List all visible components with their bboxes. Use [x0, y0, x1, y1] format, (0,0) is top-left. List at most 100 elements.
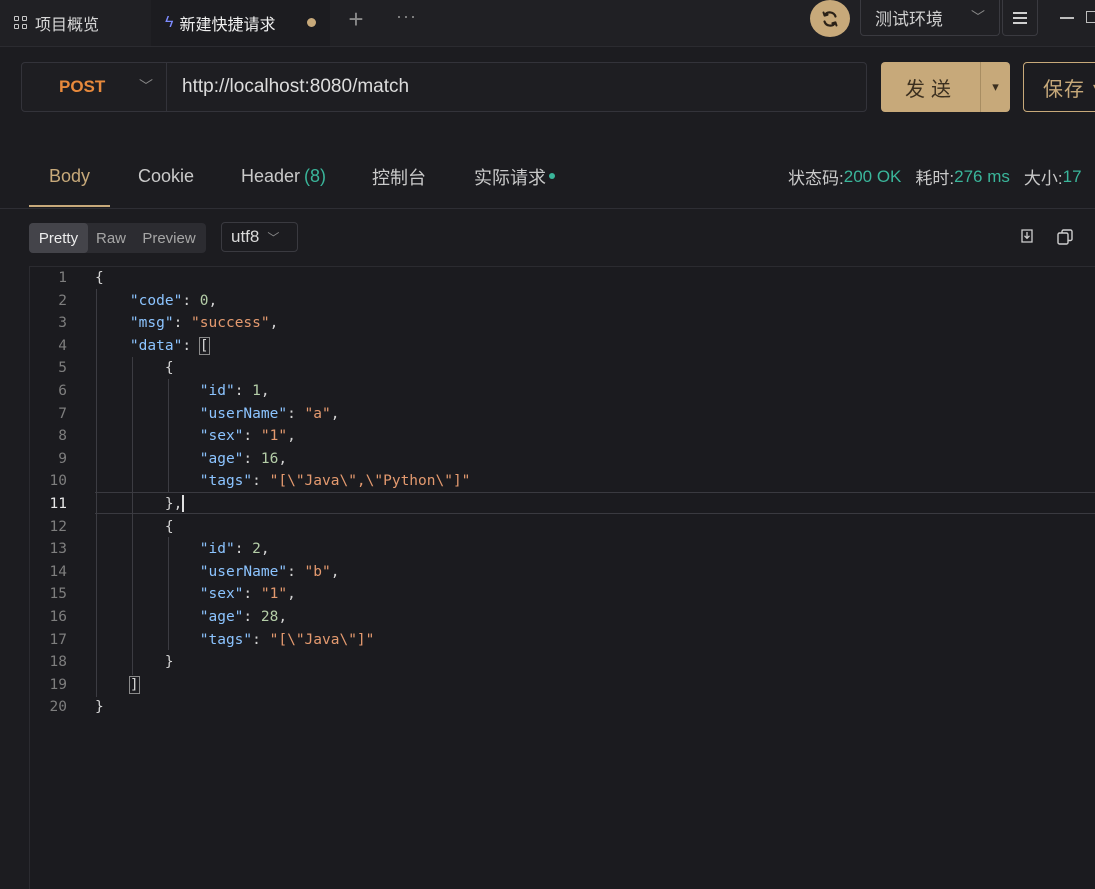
line-number: 16	[49, 608, 67, 625]
line-number: 8	[58, 428, 67, 445]
tab-label: Cookie	[138, 166, 195, 186]
tab-header[interactable]: Header (8)	[241, 146, 326, 207]
encoding-label: utf8	[231, 227, 260, 246]
status-label: 状态码:	[788, 169, 844, 188]
tab-label: 项目概览	[35, 17, 100, 34]
tab-new-quick-request[interactable]: ϟ 新建快捷请求	[151, 0, 330, 46]
request-bar: POST ﹀ http://localhost:8080/match	[21, 62, 867, 112]
line-number: 7	[58, 405, 67, 422]
tab-body[interactable]: Body	[28, 146, 111, 207]
code-lines: 1{ 2 "code": 0, 3 "msg": "success", 4 "d…	[30, 267, 1095, 719]
header-count: (8)	[304, 166, 327, 186]
line-number: 9	[58, 450, 67, 467]
environment-label: 测试环境	[875, 10, 943, 29]
size-label: 大小:	[1023, 169, 1063, 188]
code-line: 9 "age": 16,	[30, 448, 1095, 471]
environment-select[interactable]: 测试环境 ﹀	[860, 0, 1000, 36]
save-button[interactable]: 保存 ▾	[1023, 62, 1095, 112]
code-line: 8 "sex": "1",	[30, 425, 1095, 448]
line-number: 17	[49, 631, 67, 648]
tab-console[interactable]: 控制台	[372, 146, 426, 207]
sync-button[interactable]	[810, 0, 850, 37]
line-number: 5	[58, 360, 67, 377]
send-options-button[interactable]: ▾	[981, 62, 1010, 112]
text-caret	[182, 495, 184, 513]
top-tab-bar: 项目概览 ϟ 新建快捷请求 + ··· 测试环境 ﹀	[0, 0, 1095, 47]
line-number: 18	[49, 654, 67, 671]
send-label: 发送	[905, 78, 957, 101]
minimize-icon[interactable]	[1060, 17, 1074, 19]
line-number: 19	[49, 676, 67, 693]
time-value: 276 ms	[954, 166, 1010, 186]
response-body-editor[interactable]: 1{ 2 "code": 0, 3 "msg": "success", 4 "d…	[29, 266, 1095, 889]
code-line-current: 11 },	[30, 493, 1095, 516]
line-number: 2	[58, 292, 67, 309]
line-number: 12	[49, 518, 67, 535]
code-line: 6 "id": 1,	[30, 380, 1095, 403]
code-line: 2 "code": 0,	[30, 290, 1095, 313]
line-number: 13	[49, 541, 67, 558]
line-number: 6	[58, 382, 67, 399]
code-line: 15 "sex": "1",	[30, 583, 1095, 606]
tab-project-overview[interactable]: 项目概览	[0, 0, 150, 46]
chevron-down-icon: ﹀	[971, 9, 985, 25]
code-line: 3 "msg": "success",	[30, 312, 1095, 335]
code-line: 4 "data": [	[30, 335, 1095, 358]
tab-actual-request[interactable]: 实际请求	[474, 146, 555, 207]
response-stats: 状态码: 200 OK 耗时: 276 ms 大小: 17	[788, 146, 1095, 207]
line-number: 20	[49, 699, 67, 716]
line-number: 10	[49, 473, 67, 490]
code-line: 19 ]	[30, 674, 1095, 697]
new-tab-button[interactable]: +	[343, 4, 369, 34]
more-tabs-button[interactable]: ···	[396, 6, 417, 27]
code-line: 7 "userName": "a",	[30, 403, 1095, 426]
line-number: 3	[58, 315, 67, 332]
encoding-select[interactable]: utf8 ﹀	[221, 222, 298, 252]
unsaved-dot-icon	[307, 18, 316, 27]
grid-icon	[14, 16, 28, 30]
line-number: 1	[58, 270, 67, 286]
tab-label: Body	[49, 166, 91, 186]
status-value: 200 OK	[843, 166, 902, 186]
code-line: 10 "tags": "[\"Java\",\"Python\"]"	[30, 470, 1095, 493]
download-icon[interactable]	[1019, 228, 1035, 244]
view-raw[interactable]: Raw	[88, 223, 134, 253]
time-label: 耗时:	[915, 169, 955, 188]
code-line: 16 "age": 28,	[30, 606, 1095, 629]
response-tabs: Body Cookie Header (8) 控制台 实际请求 状态码: 200…	[0, 146, 1095, 209]
code-line: 12 {	[30, 516, 1095, 539]
code-line: 20}	[30, 696, 1095, 719]
method-select[interactable]: POST ﹀	[22, 63, 167, 111]
tab-label: Header	[241, 166, 301, 186]
method-label: POST	[59, 77, 106, 96]
code-line: 18 }	[30, 651, 1095, 674]
copy-icon[interactable]	[1056, 228, 1074, 246]
line-number: 15	[49, 586, 67, 603]
code-line: 14 "userName": "b",	[30, 561, 1095, 584]
sync-icon	[822, 10, 838, 27]
code-line: 13 "id": 2,	[30, 538, 1095, 561]
save-label: 保存	[1043, 78, 1085, 101]
code-line: 5 {	[30, 357, 1095, 380]
tab-label: 控制台	[372, 167, 426, 188]
code-line: 17 "tags": "[\"Java\"]"	[30, 629, 1095, 652]
view-preview[interactable]: Preview	[134, 223, 204, 253]
url-input[interactable]: http://localhost:8080/match	[182, 63, 409, 111]
chevron-down-icon: ▾	[992, 79, 999, 94]
tab-label: 实际请求	[474, 167, 546, 188]
chevron-down-icon: ﹀	[267, 230, 280, 245]
maximize-icon[interactable]	[1086, 11, 1095, 23]
line-number: 4	[58, 337, 67, 354]
view-mode-toggle: Pretty Raw Preview	[29, 223, 206, 253]
line-number: 11	[49, 495, 67, 512]
lightning-icon: ϟ	[165, 14, 174, 31]
indicator-dot-icon	[549, 172, 555, 179]
send-button[interactable]: 发送 ▾	[881, 62, 1010, 112]
hamburger-icon	[1013, 16, 1027, 19]
code-line: 1{	[30, 267, 1095, 290]
menu-button[interactable]	[1002, 0, 1038, 36]
line-number: 14	[49, 563, 67, 580]
tab-label: 新建快捷请求	[179, 17, 276, 34]
tab-cookie[interactable]: Cookie	[138, 146, 194, 207]
view-pretty[interactable]: Pretty	[29, 223, 88, 253]
